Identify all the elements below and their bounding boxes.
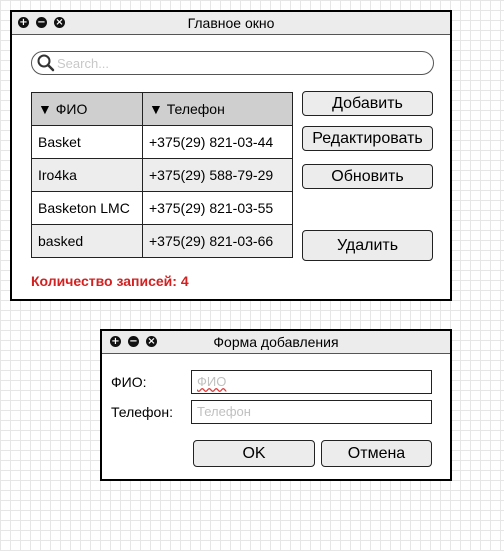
main-window: + − × Главное окно Search... ▼ ФИО ▼ Тел… — [10, 10, 452, 301]
name-field[interactable]: ФИО — [191, 370, 432, 394]
edit-button[interactable]: Редактировать — [302, 126, 433, 151]
add-form-titlebar: + − × Форма добавления — [102, 331, 450, 354]
cell-name[interactable]: basked — [31, 224, 143, 258]
column-header-phone[interactable]: ▼ Телефон — [142, 92, 293, 126]
add-form-title: Форма добавления — [213, 334, 339, 350]
cell-phone[interactable]: +375(29) 821-03-44 — [142, 125, 293, 159]
table-row[interactable]: Basket +375(29) 821-03-44 — [31, 125, 293, 159]
main-window-title: Главное окно — [187, 15, 275, 31]
table-row[interactable]: basked +375(29) 821-03-66 — [31, 224, 293, 258]
main-titlebar: + − × Главное окно — [12, 12, 450, 35]
cell-phone[interactable]: +375(29) 821-03-55 — [142, 191, 293, 225]
record-count: Количество записей: 4 — [31, 273, 189, 289]
add-form-window: + − × Форма добавления ФИО: ФИО Телефон:… — [100, 329, 452, 481]
cancel-button[interactable]: Отмена — [321, 440, 432, 467]
search-icon — [37, 54, 55, 72]
contacts-table: ▼ ФИО ▼ Телефон Basket +375(29) 821-03-4… — [31, 92, 293, 258]
search-placeholder: Search... — [57, 56, 110, 71]
ok-button[interactable]: OK — [193, 440, 315, 467]
column-header-name[interactable]: ▼ ФИО — [31, 92, 143, 126]
cell-phone[interactable]: +375(29) 588-79-29 — [142, 158, 293, 192]
phone-label: Телефон: — [111, 404, 173, 420]
table-row[interactable]: Basketon LMC +375(29) 821-03-55 — [31, 191, 293, 225]
cell-name[interactable]: Basketon LMC — [31, 191, 143, 225]
table-header-row: ▼ ФИО ▼ Телефон — [31, 92, 293, 126]
phone-field[interactable]: Телефон — [191, 400, 432, 424]
cell-name[interactable]: Iro4ka — [31, 158, 143, 192]
phone-field-placeholder: Телефон — [197, 404, 251, 419]
name-field-placeholder: ФИО — [197, 374, 227, 389]
name-label: ФИО: — [111, 374, 147, 390]
delete-button[interactable]: Удалить — [302, 230, 433, 261]
add-button[interactable]: Добавить — [302, 91, 433, 116]
table-row[interactable]: Iro4ka +375(29) 588-79-29 — [31, 158, 293, 192]
cell-phone[interactable]: +375(29) 821-03-66 — [142, 224, 293, 258]
cell-name[interactable]: Basket — [31, 125, 143, 159]
search-input[interactable]: Search... — [31, 51, 434, 75]
refresh-button[interactable]: Обновить — [302, 164, 433, 189]
